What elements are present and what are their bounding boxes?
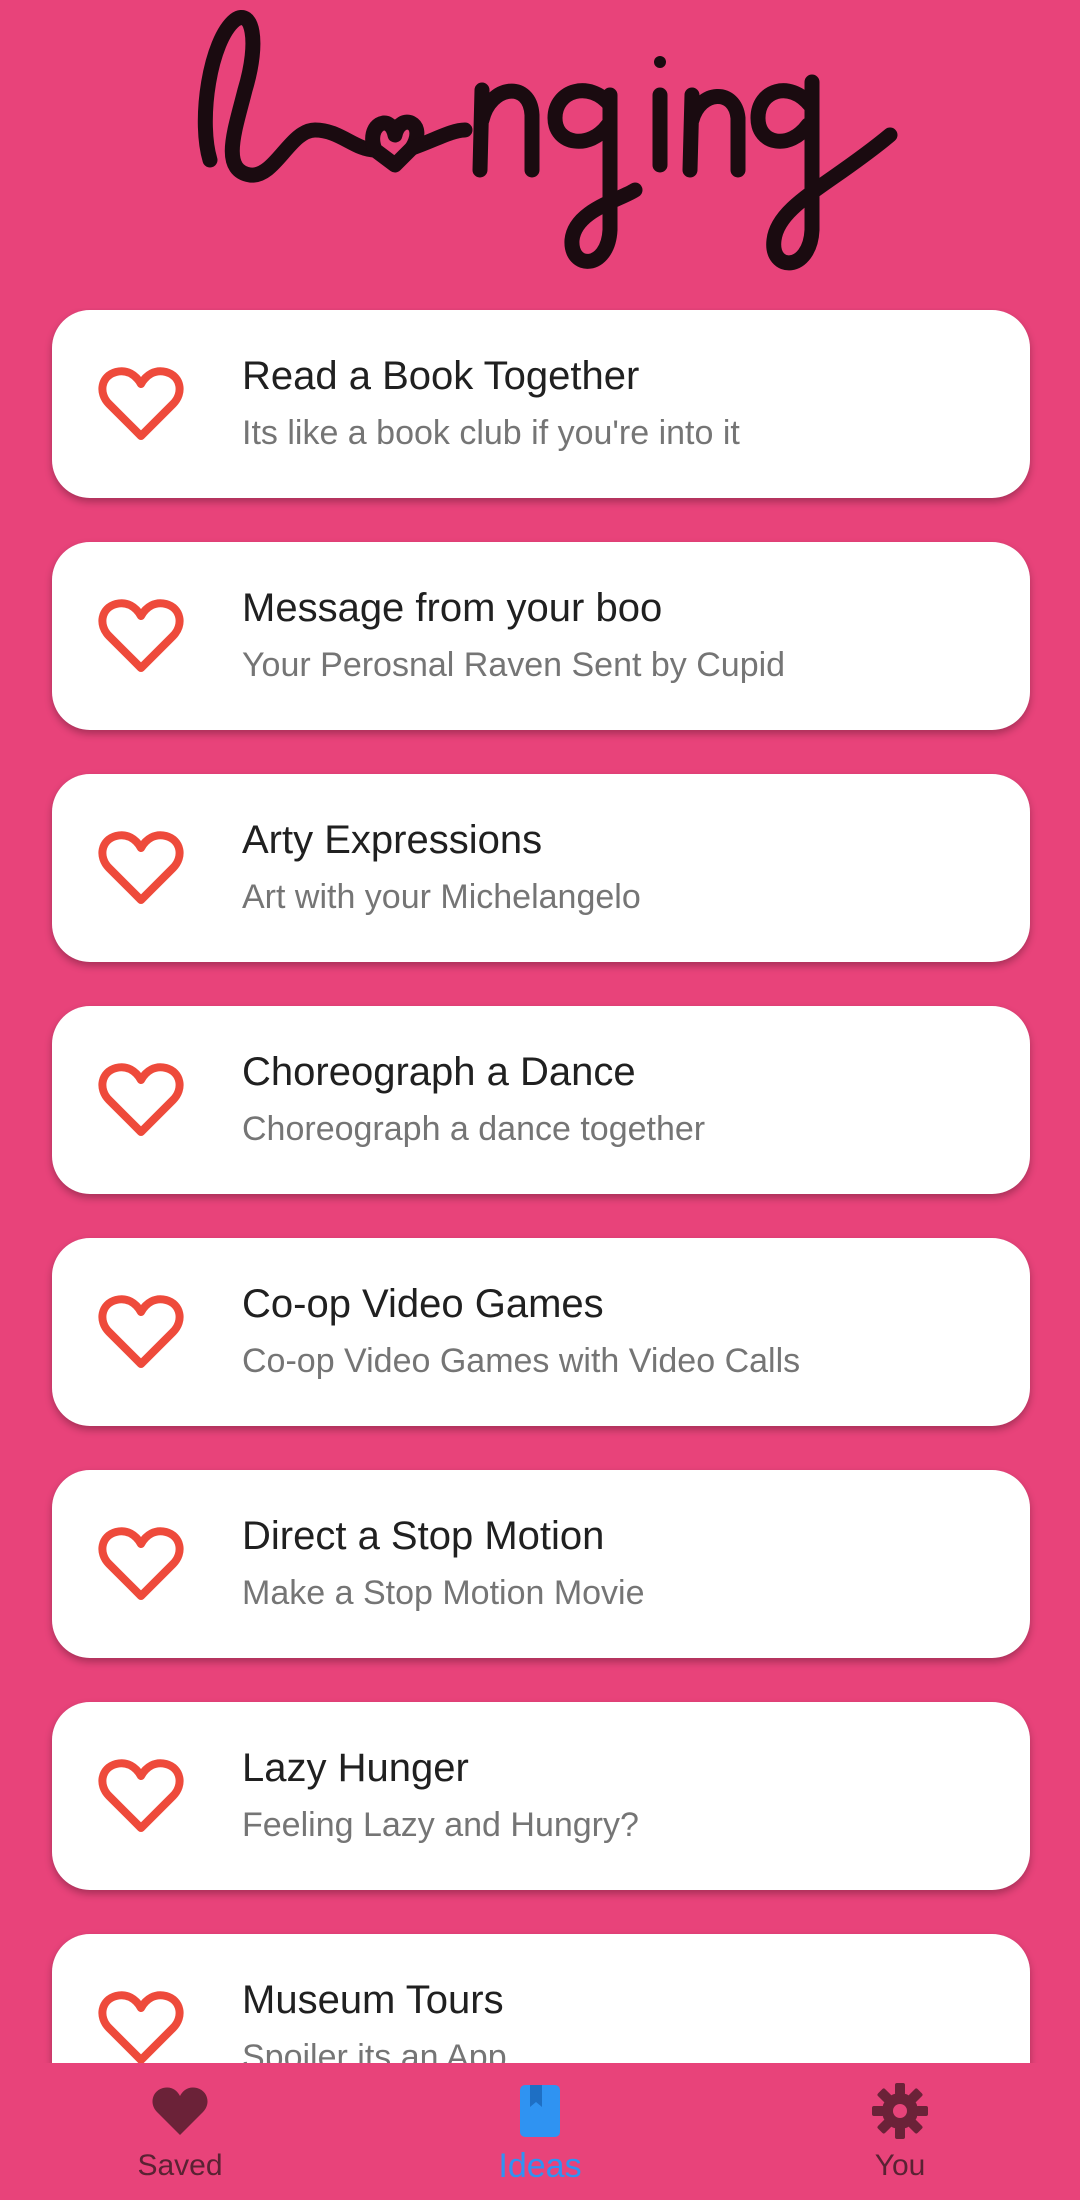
idea-title: Read a Book Together bbox=[242, 354, 640, 398]
idea-subtitle: Feeling Lazy and Hungry? bbox=[242, 1806, 639, 1844]
heart-outline-icon[interactable] bbox=[98, 828, 184, 908]
idea-title: Message from your boo bbox=[242, 586, 663, 630]
idea-card[interactable]: Direct a Stop Motion Make a Stop Motion … bbox=[52, 1470, 1030, 1658]
heart-outline-icon[interactable] bbox=[98, 1292, 184, 1372]
heart-outline-icon[interactable] bbox=[98, 1756, 184, 1836]
heart-outline-icon[interactable] bbox=[98, 1060, 184, 1140]
idea-title: Lazy Hunger bbox=[242, 1746, 469, 1790]
nav-tab-you[interactable]: You bbox=[720, 2063, 1080, 2200]
idea-subtitle: Make a Stop Motion Movie bbox=[242, 1574, 645, 1612]
idea-card[interactable]: Co-op Video Games Co-op Video Games with… bbox=[52, 1238, 1030, 1426]
idea-subtitle: Spoiler its an App bbox=[242, 2038, 507, 2063]
idea-card[interactable]: Choreograph a Dance Choreograph a dance … bbox=[52, 1006, 1030, 1194]
idea-subtitle: Art with your Michelangelo bbox=[242, 878, 641, 916]
idea-subtitle: Its like a book club if you're into it bbox=[242, 414, 740, 452]
app-screen: Read a Book Together Its like a book clu… bbox=[0, 0, 1080, 2200]
nav-label-saved: Saved bbox=[137, 2149, 223, 2182]
idea-title: Direct a Stop Motion bbox=[242, 1514, 605, 1558]
heart-outline-icon[interactable] bbox=[98, 1524, 184, 1604]
nav-label-you: You bbox=[874, 2149, 926, 2182]
idea-card[interactable]: Lazy Hunger Feeling Lazy and Hungry? bbox=[52, 1702, 1030, 1890]
idea-card[interactable]: Read a Book Together Its like a book clu… bbox=[52, 310, 1030, 498]
ideas-list[interactable]: Read a Book Together Its like a book clu… bbox=[0, 308, 1080, 2063]
nav-label-ideas: Ideas bbox=[498, 2147, 582, 2185]
idea-title: Museum Tours bbox=[242, 1978, 504, 2022]
idea-title: Co-op Video Games bbox=[242, 1282, 604, 1326]
heart-outline-icon[interactable] bbox=[98, 1988, 184, 2063]
idea-card[interactable]: Museum Tours Spoiler its an App bbox=[52, 1934, 1030, 2063]
gear-icon bbox=[872, 2083, 928, 2139]
heart-outline-icon[interactable] bbox=[98, 364, 184, 444]
nav-tab-ideas[interactable]: Ideas bbox=[360, 2063, 720, 2200]
app-logo bbox=[197, 10, 898, 271]
nav-tab-saved[interactable]: Saved bbox=[0, 2063, 360, 2200]
bottom-navigation: Saved Ideas You bbox=[0, 2063, 1080, 2200]
idea-title: Choreograph a Dance bbox=[242, 1050, 636, 1094]
idea-subtitle: Co-op Video Games with Video Calls bbox=[242, 1342, 801, 1380]
idea-subtitle: Your Perosnal Raven Sent by Cupid bbox=[242, 646, 786, 684]
idea-card[interactable]: Arty Expressions Art with your Michelang… bbox=[52, 774, 1030, 962]
heart-filled-icon bbox=[152, 2087, 208, 2135]
idea-subtitle: Choreograph a dance together bbox=[242, 1110, 706, 1148]
idea-title: Arty Expressions bbox=[242, 818, 543, 862]
heart-outline-icon[interactable] bbox=[98, 596, 184, 676]
idea-card[interactable]: Message from your boo Your Perosnal Rave… bbox=[52, 542, 1030, 730]
book-icon bbox=[520, 2085, 560, 2137]
